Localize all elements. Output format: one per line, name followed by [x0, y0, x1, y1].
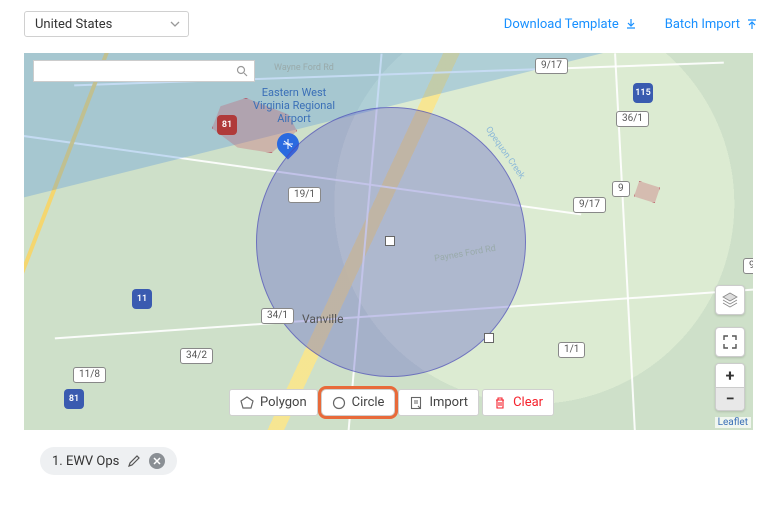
map-search-input[interactable] [40, 63, 236, 79]
clear-label: Clear [513, 395, 543, 410]
remove-zone-button[interactable] [149, 453, 165, 469]
route-shield: 34/1 [261, 308, 294, 324]
download-icon [625, 18, 637, 30]
map-attribution[interactable]: Leaflet [715, 417, 751, 428]
country-select-value: United States [35, 17, 112, 32]
route-shield: 36/1 [616, 111, 649, 127]
map-search-box[interactable] [33, 60, 255, 82]
route-shield: 34/2 [180, 348, 213, 364]
download-template-link[interactable]: Download Template [504, 17, 637, 32]
trash-icon [493, 396, 507, 410]
zone-chip: 1. EWV Ops [40, 447, 177, 475]
import-tool-button[interactable]: Import [398, 389, 479, 416]
road-label: Wayne Ford Rd [274, 63, 334, 73]
search-icon[interactable] [236, 65, 248, 77]
batch-import-link[interactable]: Batch Import [665, 17, 758, 32]
topbar: United States Download Template Batch Im… [24, 10, 758, 38]
circle-label: Circle [352, 395, 385, 410]
draw-toolbar: Polygon Circle Import Clear [229, 389, 554, 416]
route-shield: 9/17 [573, 197, 606, 213]
circle-center-handle[interactable] [385, 236, 395, 246]
import-file-icon [409, 396, 423, 410]
app-root: United States Download Template Batch Im… [0, 0, 774, 517]
zone-chip-label: 1. EWV Ops [52, 454, 119, 469]
map[interactable]: Eastern West Virginia Regional Airport V… [24, 53, 753, 430]
import-label: Import [429, 395, 468, 410]
chevron-down-icon [170, 19, 180, 29]
polygon-label: Polygon [260, 395, 307, 410]
batch-import-label: Batch Import [665, 17, 740, 32]
airport-label: Eastern West Virginia Regional Airport [249, 86, 339, 126]
route-shield: 1/1 [558, 342, 585, 358]
route-shield: 9 [612, 181, 630, 197]
route-shield: 9 [743, 258, 753, 274]
route-shield: 19/1 [288, 187, 321, 203]
zoom-in-button[interactable]: + [716, 364, 744, 387]
country-select[interactable]: United States [24, 11, 189, 37]
fullscreen-button[interactable] [715, 327, 745, 357]
import-icon [746, 18, 758, 30]
circle-radius-handle[interactable] [484, 333, 494, 343]
clear-button[interactable]: Clear [482, 389, 554, 416]
polygon-icon [240, 396, 254, 410]
zoom-out-button[interactable]: − [716, 387, 744, 410]
route-shield: 11/8 [73, 367, 106, 383]
route-shield-81: 81 [64, 389, 84, 409]
download-template-label: Download Template [504, 17, 619, 32]
zoom-controls: + − [715, 363, 745, 411]
route-shield-81: 81 [217, 115, 237, 135]
route-shield: 9/17 [535, 58, 568, 74]
route-shield: 11 [132, 289, 152, 309]
top-links: Download Template Batch Import [504, 17, 758, 32]
town-label: Vanville [302, 312, 343, 326]
circle-tool-button[interactable]: Circle [321, 389, 396, 416]
route-shield-115: 115 [633, 83, 653, 103]
edit-icon[interactable] [127, 454, 141, 468]
circle-icon [332, 396, 346, 410]
layers-button[interactable] [715, 285, 745, 315]
polygon-tool-button[interactable]: Polygon [229, 389, 318, 416]
